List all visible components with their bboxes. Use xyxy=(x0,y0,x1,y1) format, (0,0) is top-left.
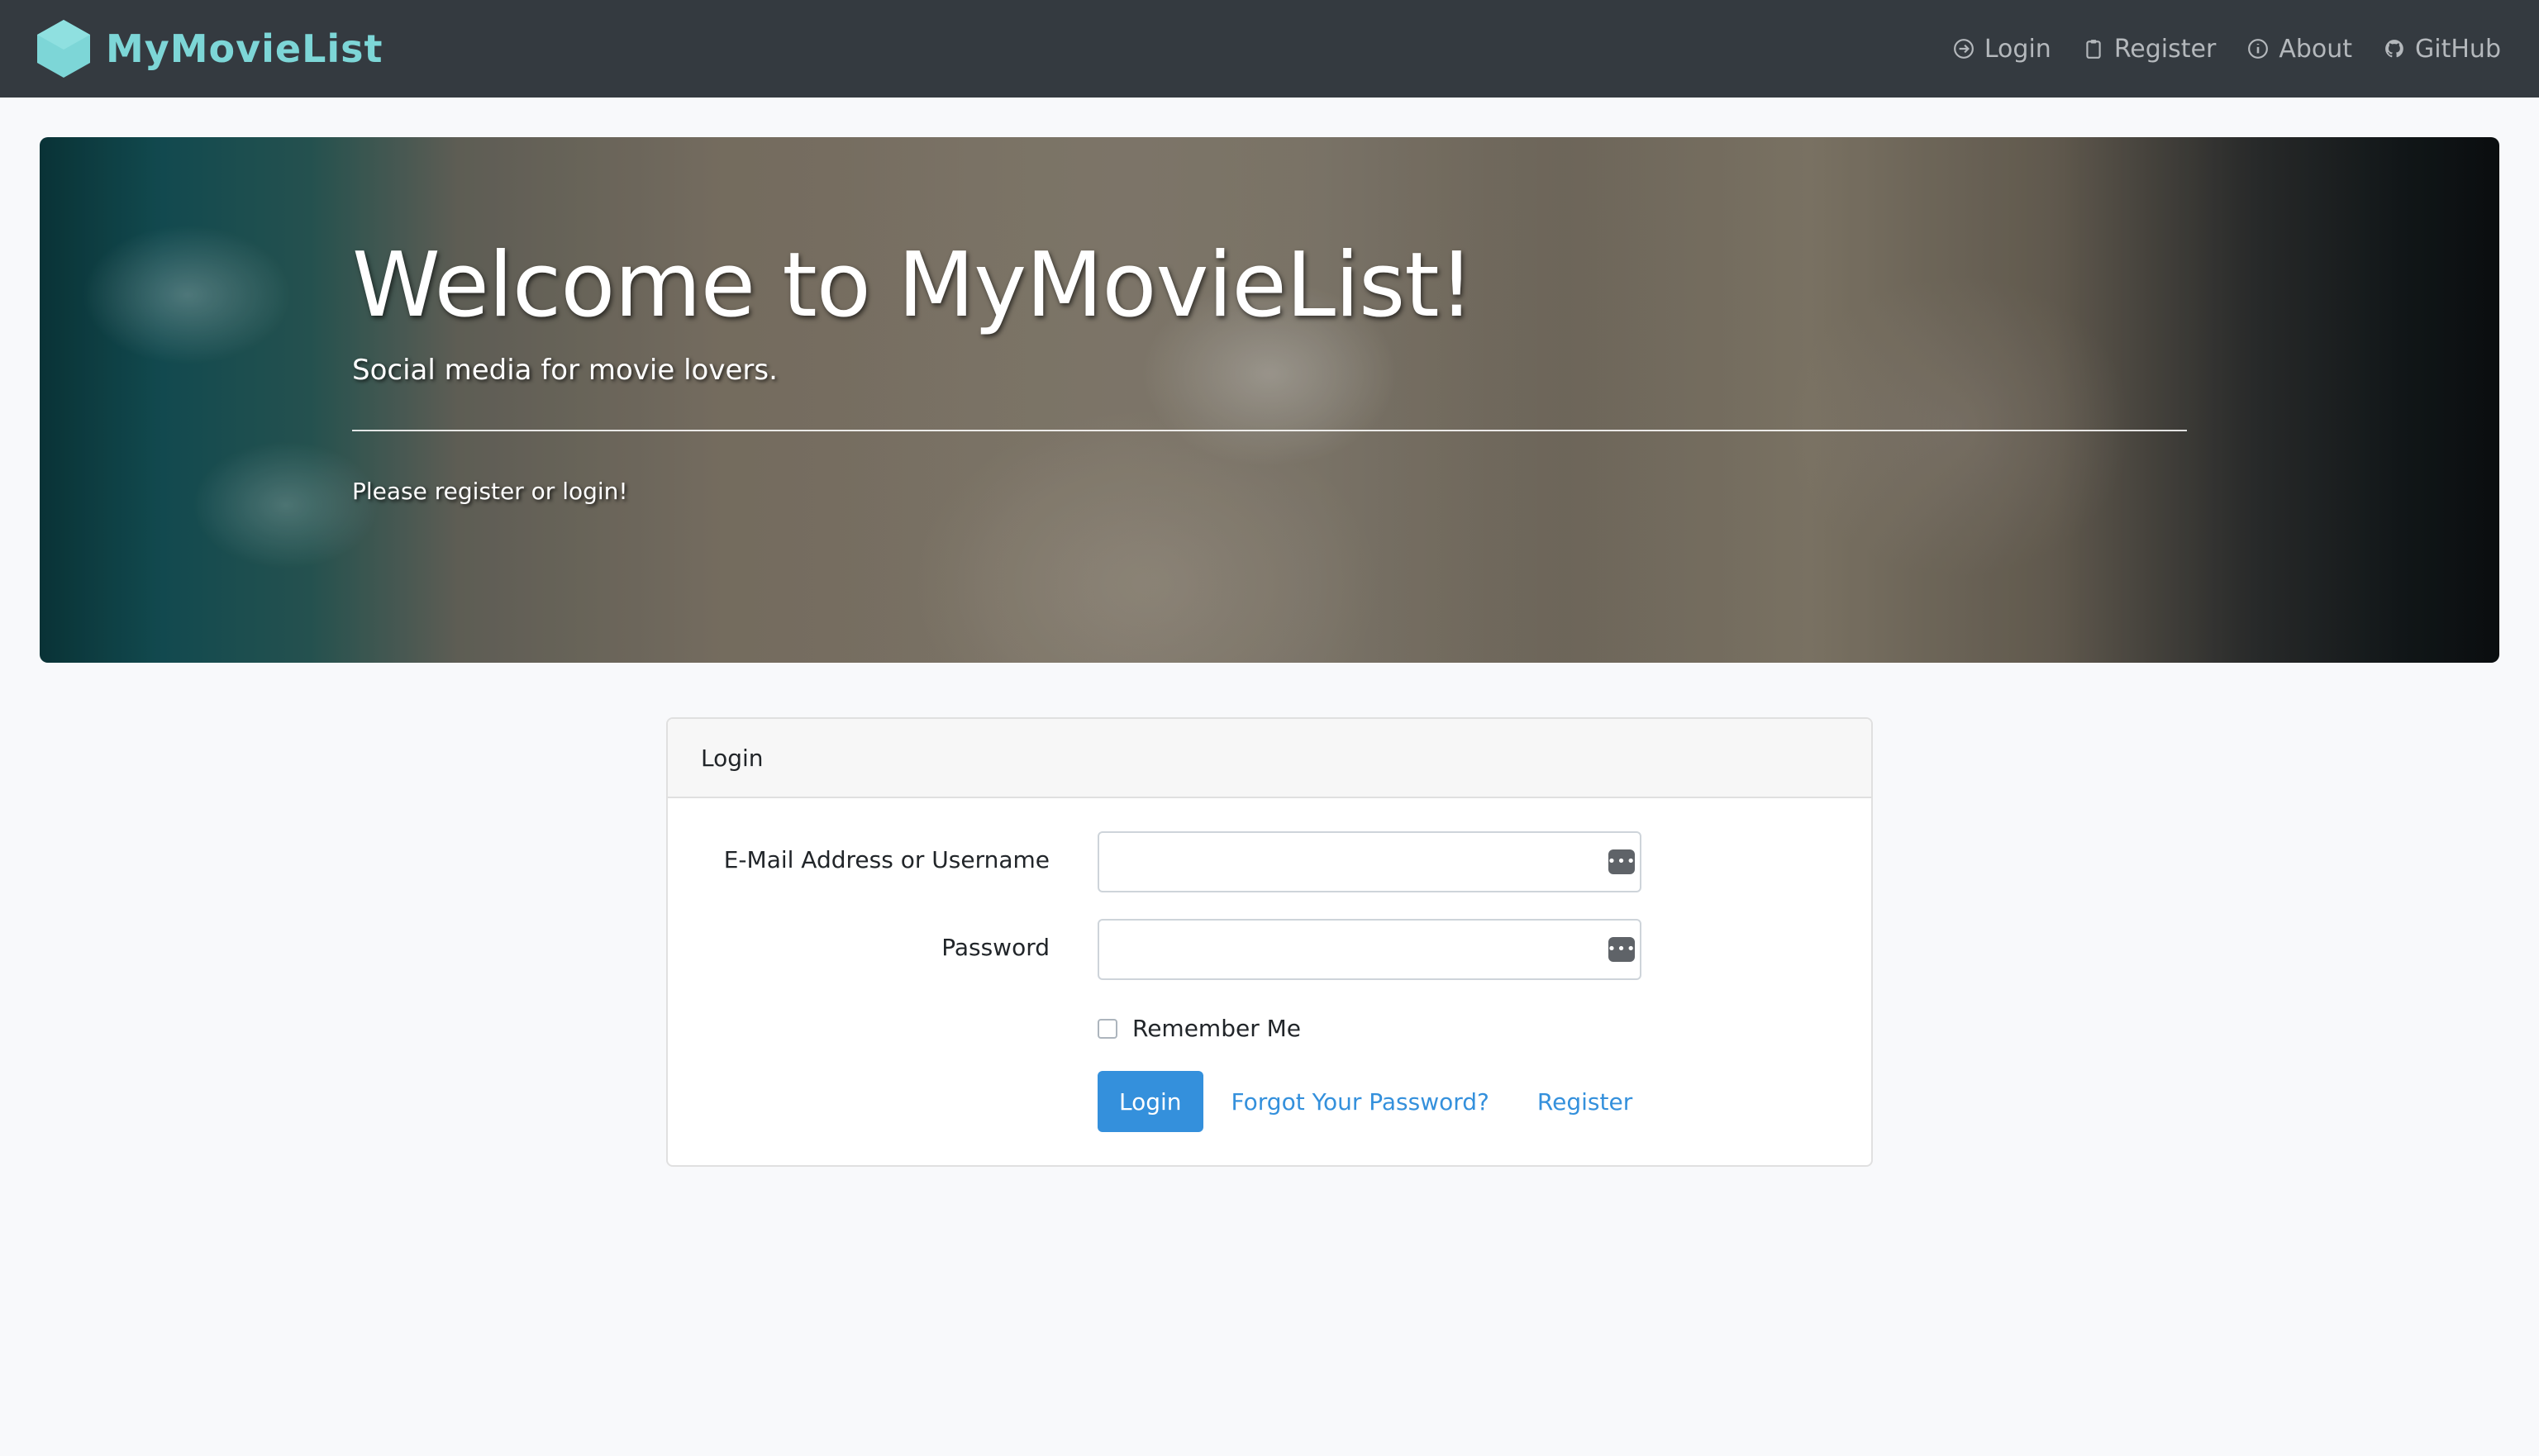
remember-me-row: Remember Me xyxy=(1098,1015,1301,1042)
remember-me-label[interactable]: Remember Me xyxy=(1132,1015,1301,1042)
email-field[interactable] xyxy=(1098,831,1641,892)
hero-content: Welcome to MyMovieList! Social media for… xyxy=(352,236,2187,505)
remember-me-checkbox[interactable] xyxy=(1098,1018,1117,1039)
password-manager-icon[interactable]: ••• xyxy=(1608,937,1635,962)
login-icon xyxy=(1953,39,1974,59)
password-field[interactable] xyxy=(1098,919,1641,980)
hero-jumbotron: Welcome to MyMovieList! Social media for… xyxy=(40,137,2499,663)
password-manager-icon[interactable]: ••• xyxy=(1608,849,1635,874)
nav-about-link[interactable]: About xyxy=(2247,35,2352,64)
password-label: Password xyxy=(941,934,1050,961)
hero-divider xyxy=(352,430,2187,431)
email-label: E-Mail Address or Username xyxy=(723,846,1050,873)
nav-github-link[interactable]: GitHub xyxy=(2384,35,2501,64)
info-icon xyxy=(2248,39,2269,59)
login-submit-button[interactable]: Login xyxy=(1098,1071,1203,1132)
forgot-password-link[interactable]: Forgot Your Password? xyxy=(1231,1088,1489,1116)
login-actions: Login Forgot Your Password? Register xyxy=(1098,1071,1632,1132)
nav-login-link[interactable]: Login xyxy=(1953,35,2051,64)
github-icon xyxy=(2385,40,2403,58)
nav-github-label: GitHub xyxy=(2415,34,2501,64)
nav-register-link[interactable]: Register xyxy=(2083,34,2217,64)
nav-about-label: About xyxy=(2279,34,2353,64)
hero-subtitle: Social media for movie lovers. xyxy=(352,354,778,387)
login-card: Login E-Mail Address or Username ••• Pas… xyxy=(666,717,1873,1167)
login-card-header: Login xyxy=(668,719,1871,798)
brand-name: MyMovieList xyxy=(106,26,383,71)
nav-links: Login Register About GitHub xyxy=(1922,0,2501,98)
register-link[interactable]: Register xyxy=(1537,1088,1632,1116)
clipboard-icon xyxy=(2086,40,2101,59)
hero-note: Please register or login! xyxy=(352,478,628,505)
brand-home-link[interactable]: MyMovieList xyxy=(35,17,383,81)
nav-login-label: Login xyxy=(1984,34,2051,64)
hero-title: Welcome to MyMovieList! xyxy=(352,234,1474,337)
hexagon-logo-icon xyxy=(37,20,90,78)
top-navbar: MyMovieList Login Register About GitHub xyxy=(0,0,2539,98)
nav-register-label: Register xyxy=(2113,34,2217,64)
